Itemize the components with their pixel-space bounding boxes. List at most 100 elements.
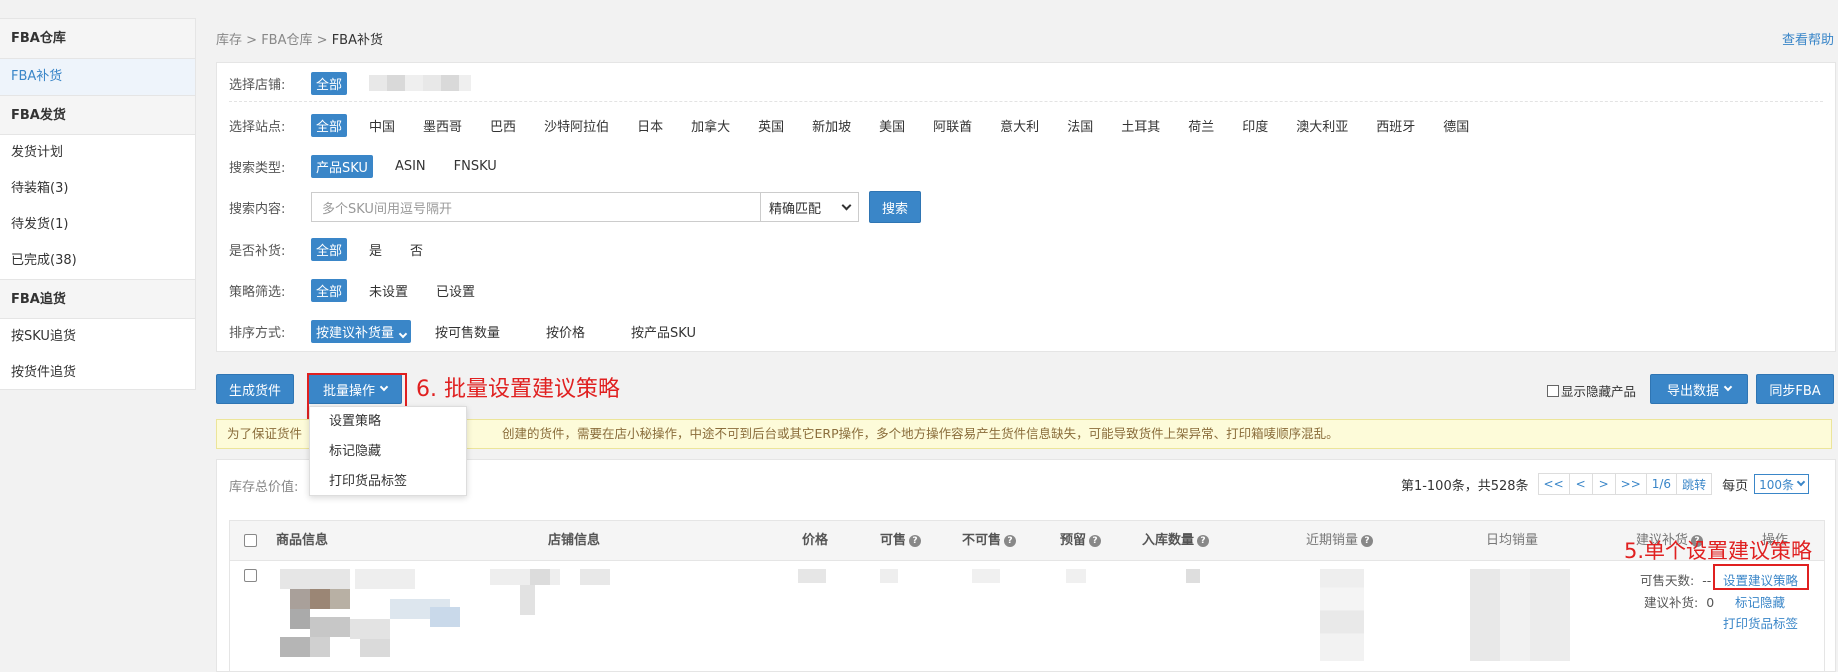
print-labels-link[interactable]: 打印货品标签 [1723,613,1798,632]
site-option[interactable]: 阿联酋 [933,116,972,135]
annotation-batch: 6. 批量设置建议策略 [416,377,620,402]
filter-label: 选择店铺: [229,77,286,93]
strategy-option-all[interactable]: 全部 [311,278,348,302]
search-button[interactable]: 搜索 [869,191,922,223]
col-reserved-label: 预留 [1060,533,1087,548]
match-mode-select[interactable]: 精确匹配 [761,192,859,222]
replenish-option-no[interactable]: 否 [410,240,423,259]
strategy-option-set[interactable]: 已设置 [436,281,475,300]
pager-summary: 第1-100条，共528条 [1400,478,1529,494]
site-option-all[interactable]: 全部 [311,113,348,137]
site-option[interactable]: 日本 [637,116,663,135]
show-hidden-checkbox[interactable] [1546,384,1559,397]
export-button[interactable]: 导出数据 [1650,374,1748,404]
search-type-option-asin[interactable]: ASIN [395,159,426,174]
mark-hidden-link[interactable]: 标记隐藏 [1735,592,1785,611]
strategy-option-unset[interactable]: 未设置 [369,281,408,300]
sort-option-suggest-label: 按建议补货量 [316,325,395,341]
show-hidden-toggle[interactable]: 显示隐藏产品 [1546,381,1636,400]
col-available[interactable]: 可售? [880,521,922,561]
sync-fba-button[interactable]: 同步FBA [1756,374,1834,404]
site-option[interactable]: 巴西 [490,116,516,135]
search-type-option-fnsku[interactable]: FNSKU [454,159,497,174]
site-option[interactable]: 西班牙 [1376,116,1415,135]
select-all-checkbox[interactable] [244,534,257,547]
stock-total-label: 库存总价值: [229,480,299,495]
breadcrumb: 库存 > FBA仓库 > FBA补货 [216,29,383,48]
sort-option-sku[interactable]: 按产品SKU [631,322,696,341]
sidebar-item-track-by-sku[interactable]: 按SKU追货 [0,319,195,355]
pager-next[interactable]: > [1591,473,1616,495]
daily-sales-redacted [1470,569,1570,661]
pager-last[interactable]: >> [1614,473,1647,495]
sort-option-suggest[interactable]: 按建议补货量 [311,319,412,343]
sort-option-available[interactable]: 按可售数量 [435,322,500,341]
site-option[interactable]: 英国 [758,116,784,135]
site-option[interactable]: 墨西哥 [423,116,462,135]
col-inbound-label: 入库数量 [1142,533,1195,548]
pager-first[interactable]: << [1537,473,1570,495]
site-option[interactable]: 加拿大 [691,116,730,135]
sidebar-item-track-by-shipment[interactable]: 按货件追货 [0,355,195,391]
shop-option-all[interactable]: 全部 [311,71,348,95]
col-daily-sales[interactable]: 日均销量 [1486,521,1538,561]
batch-ops-menu: 设置策略 标记隐藏 打印货品标签 [309,406,467,496]
site-option[interactable]: 澳大利亚 [1296,116,1348,135]
help-link[interactable]: 查看帮助 [1782,29,1834,48]
sidebar-item-completed[interactable]: 已完成(38) [0,243,195,279]
row-checkbox[interactable] [244,569,257,582]
menu-item-set-strategy[interactable]: 设置策略 [310,407,466,437]
show-hidden-label: 显示隐藏产品 [1560,384,1636,399]
replenish-option-yes[interactable]: 是 [369,240,382,259]
filter-label: 搜索类型: [229,160,286,176]
col-reserved[interactable]: 预留? [1060,521,1102,561]
filter-row-shop: 选择店铺: 全部 [229,71,472,95]
site-option[interactable]: 沙特阿拉伯 [544,116,609,135]
replenish-option-all[interactable]: 全部 [311,237,348,261]
sidebar-item-to-pack[interactable]: 待装箱(3) [0,171,195,207]
table-row: 可售天数: -- 建议补货: 0 设置建议策略 标记隐藏 打印货品标签 [230,561,1824,672]
per-page-select[interactable]: 100条 [1754,474,1809,494]
col-unsellable[interactable]: 不可售? [962,521,1017,561]
filter-row-search-type: 搜索类型: 产品SKU ASIN FNSKU [229,154,525,178]
suggest-amount: 建议补货: 0 [1644,592,1714,611]
search-input[interactable]: 多个SKU间用逗号隔开 [311,192,761,222]
site-option[interactable]: 中国 [369,116,395,135]
site-option[interactable]: 荷兰 [1188,116,1214,135]
pager-page[interactable]: 1/6 [1645,473,1678,495]
site-option[interactable]: 新加坡 [812,116,851,135]
site-option[interactable]: 土耳其 [1121,116,1160,135]
site-option[interactable]: 德国 [1443,116,1469,135]
site-option[interactable]: 美国 [879,116,905,135]
generate-shipment-button[interactable]: 生成货件 [216,374,294,404]
sidebar-section-fba-warehouse: FBA仓库 [0,19,195,59]
sidebar-item-shipping-plan[interactable]: 发货计划 [0,135,195,171]
col-recent-sales[interactable]: 近期销量? [1306,521,1374,561]
pager-prev[interactable]: < [1568,473,1593,495]
unsellable-redacted [972,569,1000,583]
site-options: 中国 墨西哥 巴西 沙特阿拉伯 日本 加拿大 英国 新加坡 美国 阿联酋 意大利 法国 土耳其 荷兰 印度 澳… [369,116,1497,135]
sidebar-item-to-ship[interactable]: 待发货(1) [0,207,195,243]
site-option[interactable]: 意大利 [1000,116,1039,135]
sidebar-item-fba-replenish[interactable]: FBA补货 [0,59,195,95]
menu-item-mark-hidden[interactable]: 标记隐藏 [310,437,466,467]
product-info-redacted [280,569,480,661]
shop-name-redacted [369,75,472,91]
annotation-box-single [1713,564,1809,590]
chevron-down-icon [841,200,852,210]
site-option[interactable]: 印度 [1242,116,1268,135]
site-option[interactable]: 法国 [1067,116,1093,135]
breadcrumb-inventory[interactable]: 库存 [216,33,242,48]
search-type-option-sku[interactable]: 产品SKU [311,154,373,178]
per-page-value: 100条 [1759,477,1794,492]
col-price[interactable]: 价格 [802,521,828,561]
per-page-label: 每页 [1722,478,1749,494]
filter-row-replenish: 是否补货: 全部 是 否 [229,237,451,261]
col-inbound[interactable]: 入库数量? [1142,521,1210,561]
breadcrumb-sep: > [316,33,328,48]
col-unsellable-label: 不可售 [962,533,1002,548]
pager-jump[interactable]: 跳转 [1676,473,1713,495]
sort-option-price[interactable]: 按价格 [546,322,585,341]
breadcrumb-fba-warehouse[interactable]: FBA仓库 [261,33,312,48]
menu-item-print-labels[interactable]: 打印货品标签 [310,467,466,497]
